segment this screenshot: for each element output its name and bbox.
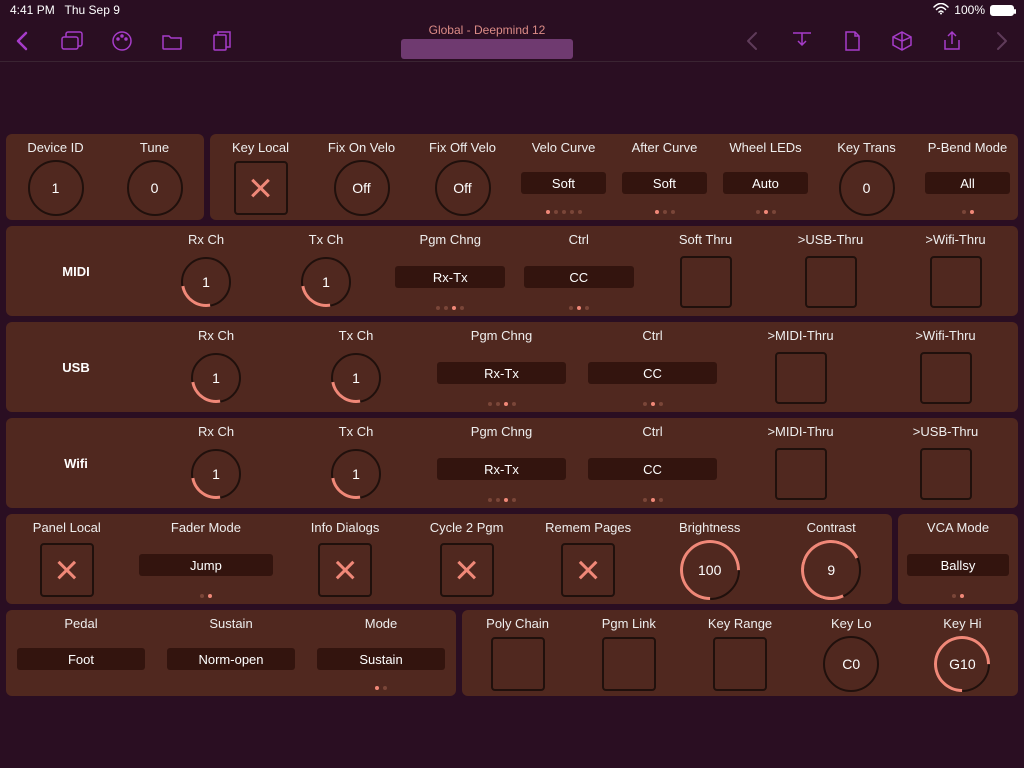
key-trans-knob[interactable]: 0 (839, 160, 895, 216)
wheel-leds-value[interactable]: Auto (723, 172, 808, 194)
poly-chain-toggle[interactable] (491, 637, 545, 691)
download-icon[interactable] (790, 29, 814, 53)
title-area: Global - Deepmind 12 (401, 23, 573, 59)
wifi-midi-thru-toggle[interactable] (775, 448, 827, 500)
cycle2-toggle[interactable]: × (440, 543, 494, 597)
key-range-toggle[interactable] (713, 637, 767, 691)
after-curve-label: After Curve (632, 140, 698, 156)
pbend-value[interactable]: All (925, 172, 1010, 194)
fix-off-knob[interactable]: Off (435, 160, 491, 216)
windows-icon[interactable] (60, 29, 84, 53)
pbend-label: P-Bend Mode (928, 140, 1008, 156)
wifi-icon (933, 3, 949, 18)
fix-on-knob[interactable]: Off (334, 160, 390, 216)
sustain-value[interactable]: Norm-open (167, 648, 295, 670)
new-file-icon[interactable] (840, 29, 864, 53)
usb-ctrl-value[interactable]: CC (588, 362, 717, 384)
usb-tx-knob[interactable]: 1 (331, 353, 381, 403)
midi-soft-thru-toggle[interactable] (680, 256, 732, 308)
key-local-label: Key Local (232, 140, 289, 156)
wifi-usb-thru-toggle[interactable] (920, 448, 972, 500)
wheel-leds-label: Wheel LEDs (729, 140, 801, 156)
dice-icon[interactable] (890, 29, 914, 53)
midi-wifi-thru-toggle[interactable] (930, 256, 982, 308)
wifi-ctrl-value[interactable]: CC (588, 458, 717, 480)
midi-rx-knob[interactable]: 1 (181, 257, 231, 307)
wifi-rx-knob[interactable]: 1 (191, 449, 241, 499)
midi-pgm-value[interactable]: Rx-Tx (395, 266, 505, 288)
status-time: 4:41 PM (10, 3, 55, 17)
vca-mode-value[interactable]: Ballsy (907, 554, 1009, 576)
page-title: Global - Deepmind 12 (401, 23, 573, 37)
wifi-pgm-value[interactable]: Rx-Tx (437, 458, 566, 480)
battery-icon (990, 5, 1014, 16)
key-trans-label: Key Trans (837, 140, 896, 156)
pedal-value[interactable]: Foot (17, 648, 145, 670)
pgm-link-toggle[interactable] (602, 637, 656, 691)
midi-ctrl-value[interactable]: CC (524, 266, 634, 288)
prev-button[interactable] (740, 29, 764, 53)
usb-pgm-value[interactable]: Rx-Tx (437, 362, 566, 384)
key-local-toggle[interactable]: × (234, 161, 288, 215)
contrast-knob[interactable]: 9 (801, 540, 861, 600)
fix-off-label: Fix Off Velo (429, 140, 496, 156)
folder-icon[interactable] (160, 29, 184, 53)
brightness-knob[interactable]: 100 (680, 540, 740, 600)
copy-icon[interactable] (210, 29, 234, 53)
velo-curve-value[interactable]: Soft (521, 172, 606, 194)
wifi-section-label: Wifi (6, 418, 146, 508)
usb-rx-knob[interactable]: 1 (191, 353, 241, 403)
midi-section-label: MIDI (6, 226, 146, 316)
key-hi-knob[interactable]: G10 (934, 636, 990, 692)
top-nav: Global - Deepmind 12 (0, 20, 1024, 62)
usb-midi-thru-toggle[interactable] (775, 352, 827, 404)
usb-section-label: USB (6, 322, 146, 412)
preset-name-field[interactable] (401, 39, 573, 59)
usb-wifi-thru-toggle[interactable] (920, 352, 972, 404)
velo-curve-label: Velo Curve (532, 140, 596, 156)
key-lo-knob[interactable]: C0 (823, 636, 879, 692)
panel-local-toggle[interactable]: × (40, 543, 94, 597)
device-id-label: Device ID (27, 140, 83, 156)
after-curve-value[interactable]: Soft (622, 172, 707, 194)
midi-tx-knob[interactable]: 1 (301, 257, 351, 307)
tune-label: Tune (140, 140, 169, 156)
next-button[interactable] (990, 29, 1014, 53)
fix-on-label: Fix On Velo (328, 140, 395, 156)
remem-toggle[interactable]: × (561, 543, 615, 597)
tune-knob[interactable]: 0 (127, 160, 183, 216)
status-bar: 4:41 PM Thu Sep 9 100% (0, 0, 1024, 20)
midi-usb-thru-toggle[interactable] (805, 256, 857, 308)
status-left: 4:41 PM Thu Sep 9 (10, 3, 120, 17)
status-right: 100% (933, 3, 1014, 18)
wifi-tx-knob[interactable]: 1 (331, 449, 381, 499)
battery-pct: 100% (954, 3, 985, 17)
fader-mode-value[interactable]: Jump (139, 554, 273, 576)
back-button[interactable] (10, 29, 34, 53)
status-date: Thu Sep 9 (65, 3, 120, 17)
info-dialogs-toggle[interactable]: × (318, 543, 372, 597)
device-id-knob[interactable]: 1 (28, 160, 84, 216)
mode-value[interactable]: Sustain (317, 648, 445, 670)
palette-icon[interactable] (110, 29, 134, 53)
share-icon[interactable] (940, 29, 964, 53)
